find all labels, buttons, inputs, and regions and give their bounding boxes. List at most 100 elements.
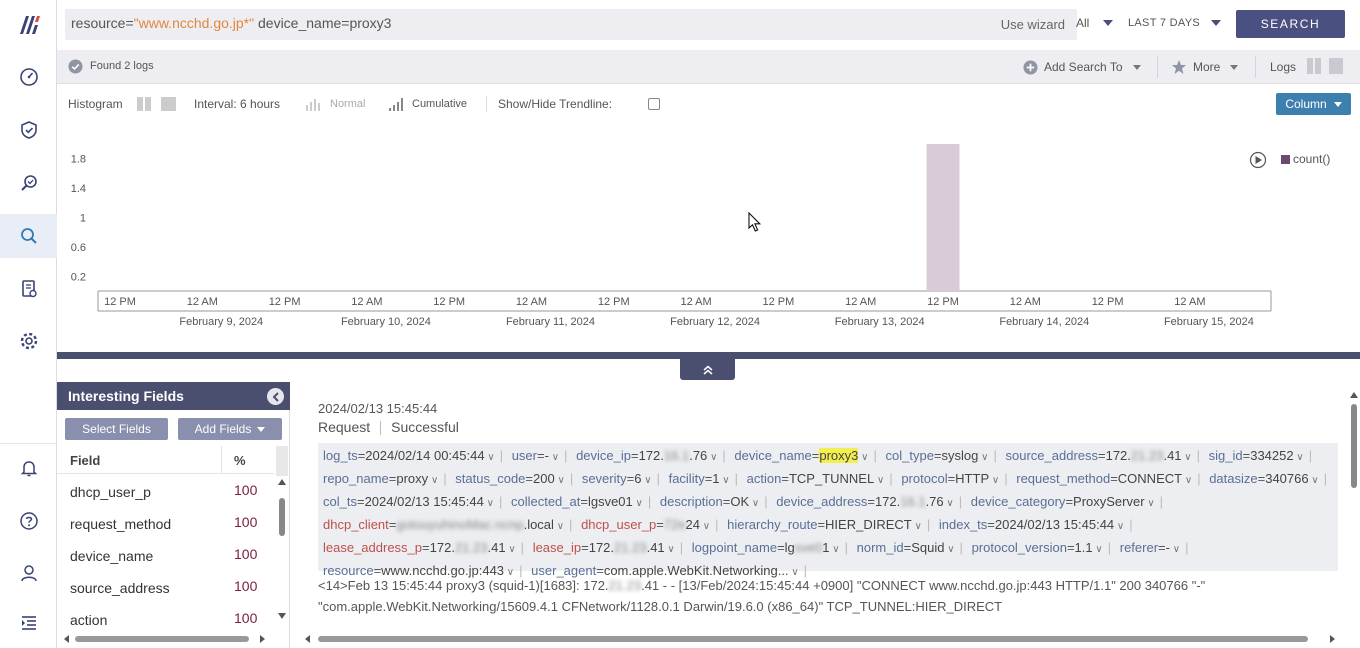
interval-select[interactable]: Interval: 6 hours — [194, 97, 280, 111]
log-field-value[interactable]: 200 — [533, 471, 555, 486]
log-field-key[interactable]: datasize — [1209, 471, 1257, 486]
add-search-to-dropdown[interactable]: Add Search To — [1023, 58, 1141, 76]
add-fields-button[interactable]: Add Fields — [178, 418, 282, 440]
chevron-down-icon[interactable]: ∨ — [830, 544, 839, 555]
log-field-pair[interactable]: status_code=200 ∨ — [455, 471, 565, 486]
investigate-icon[interactable] — [0, 161, 57, 205]
log-field-value[interactable]: proxy3 — [819, 448, 859, 463]
log-tag[interactable]: Request — [318, 419, 370, 435]
chevron-down-icon[interactable]: ∨ — [641, 475, 651, 486]
chevron-down-icon[interactable]: ∨ — [989, 475, 999, 486]
log-field-key[interactable]: lease_address_p — [323, 540, 422, 555]
chevron-down-icon[interactable]: ∨ — [1093, 544, 1102, 555]
cumulative-chart-icon[interactable] — [388, 97, 406, 116]
log-field-key[interactable]: hierarchy_route — [727, 517, 817, 532]
log-field-pair[interactable]: hierarchy_route=HIER_DIRECT ∨ — [727, 517, 922, 532]
chevron-down-icon[interactable]: ∨ — [912, 521, 922, 532]
log-field-pair[interactable]: col_type=syslog ∨ — [886, 448, 989, 463]
chevron-down-icon[interactable]: ∨ — [1294, 452, 1303, 463]
cumulative-mode-label[interactable]: Cumulative — [412, 98, 467, 110]
log-field-value[interactable]: 172. — [1106, 448, 1131, 463]
log-field-pair[interactable]: log_ts=2024/02/14 00:45:44 ∨ — [323, 448, 495, 463]
field-row[interactable]: source_address 100 — [57, 570, 274, 602]
log-field-pair[interactable]: repo_name=proxy ∨ — [323, 471, 438, 486]
log-field-pair[interactable]: device_ip=172.16.1.76 ∨ — [576, 448, 717, 463]
log-field-value[interactable]: CONNECT — [1118, 471, 1182, 486]
chevron-down-icon[interactable]: ∨ — [720, 475, 729, 486]
help-icon[interactable] — [0, 499, 57, 543]
percent-column-header[interactable]: % — [234, 453, 246, 468]
bar-chart-icon[interactable] — [305, 97, 323, 116]
log-field-pair[interactable]: description=OK ∨ — [660, 494, 759, 509]
chevron-down-icon[interactable]: ∨ — [1309, 475, 1318, 486]
log-field-pair[interactable]: index_ts=2024/02/13 15:45:44 ∨ — [939, 517, 1124, 532]
log-field-pair[interactable]: user=- ∨ — [512, 448, 559, 463]
field-row[interactable]: dhcp_user_p 100 — [57, 474, 274, 506]
log-field-pair[interactable]: logpoint_name=lgsve01 ∨ — [692, 540, 840, 555]
select-fields-button[interactable]: Select Fields — [65, 418, 168, 440]
logs-horizontal-scrollbar[interactable] — [300, 632, 1340, 644]
chevron-down-icon[interactable]: ∨ — [506, 544, 515, 555]
log-field-value[interactable]: 2024/02/13 15:45:44 — [365, 494, 484, 509]
split-view-icon[interactable] — [1307, 58, 1321, 74]
chevron-down-icon[interactable]: ∨ — [874, 475, 884, 486]
log-field-key[interactable]: action — [747, 471, 782, 486]
field-column-header[interactable]: Field — [70, 453, 100, 468]
log-field-key[interactable]: lease_ip — [533, 540, 581, 555]
normal-mode-label[interactable]: Normal — [330, 98, 365, 110]
log-field-value[interactable]: proxy — [396, 471, 428, 486]
field-name[interactable]: device_name — [70, 548, 153, 564]
log-field-pair[interactable]: lease_address_p=172.21.23.41 ∨ — [323, 540, 516, 555]
log-field-pair[interactable]: dhcp_user_p=72e24 ∨ — [581, 517, 710, 532]
log-tag[interactable]: Successful — [391, 419, 459, 435]
chevron-down-icon[interactable]: ∨ — [700, 521, 710, 532]
log-field-value[interactable]: ProxyServer — [1073, 494, 1145, 509]
chevron-down-icon[interactable] — [1211, 20, 1221, 26]
chevron-down-icon[interactable]: ∨ — [549, 452, 559, 463]
chevron-down-icon[interactable]: ∨ — [428, 475, 438, 486]
log-field-pair[interactable]: device_address=172.16.1.76 ∨ — [776, 494, 953, 509]
log-field-value[interactable]: 334252 — [1250, 448, 1293, 463]
log-field-value[interactable]: HTTP — [955, 471, 989, 486]
log-field-pair[interactable]: sig_id=334252 ∨ — [1209, 448, 1304, 463]
fields-vertical-scrollbar[interactable] — [276, 446, 288, 626]
fields-horizontal-scrollbar[interactable] — [57, 632, 274, 644]
log-field-pair[interactable]: dhcp_client=gotouyuhinoMac.ncnp.local ∨ — [323, 517, 564, 532]
log-field-pair[interactable]: device_category=ProxyServer ∨ — [971, 494, 1155, 509]
shield-check-icon[interactable] — [0, 108, 57, 152]
log-field-pair[interactable]: protocol=HTTP ∨ — [901, 471, 999, 486]
log-field-pair[interactable]: device_name=proxy3 ∨ — [734, 448, 868, 463]
query-input[interactable]: resource="www.ncchd.go.jp*" device_name=… — [65, 9, 1077, 40]
log-field-pair[interactable]: request_method=CONNECT ∨ — [1016, 471, 1192, 486]
log-field-key[interactable]: device_address — [776, 494, 867, 509]
collapse-chart-button[interactable] — [680, 359, 735, 380]
log-field-pair[interactable]: referer=- ∨ — [1120, 540, 1180, 555]
histogram-split-icon[interactable] — [137, 97, 151, 111]
chevron-down-icon[interactable]: ∨ — [633, 498, 643, 509]
log-field-value[interactable]: Squid — [911, 540, 944, 555]
user-icon[interactable] — [0, 551, 57, 595]
log-field-key[interactable]: norm_id — [857, 540, 904, 555]
log-field-value[interactable]: lg — [785, 540, 795, 555]
log-field-key[interactable]: device_ip — [576, 448, 631, 463]
chevron-down-icon[interactable]: ∨ — [1145, 498, 1154, 509]
log-field-value[interactable]: 1.1 — [1075, 540, 1093, 555]
chevron-down-icon[interactable]: ∨ — [554, 521, 564, 532]
field-name[interactable]: request_method — [70, 516, 171, 532]
log-field-value[interactable]: 340766 — [1265, 471, 1308, 486]
field-row[interactable]: action 100 — [57, 602, 274, 634]
log-field-value[interactable]: 2024/02/13 15:45:44 — [995, 517, 1114, 532]
chevron-down-icon[interactable]: ∨ — [944, 544, 954, 555]
log-field-pair[interactable]: datasize=340766 ∨ — [1209, 471, 1319, 486]
log-field-pair[interactable]: action=TCP_TUNNEL ∨ — [747, 471, 885, 486]
chevron-down-icon[interactable]: ∨ — [484, 498, 494, 509]
log-field-pair[interactable]: col_ts=2024/02/13 15:45:44 ∨ — [323, 494, 494, 509]
logs-vertical-scrollbar[interactable] — [1348, 390, 1360, 632]
log-field-value[interactable]: lgsve01 — [588, 494, 633, 509]
column-chart-dropdown[interactable]: Column — [1276, 93, 1351, 115]
log-field-key[interactable]: protocol_version — [972, 540, 1067, 555]
log-field-key[interactable]: source_address — [1006, 448, 1099, 463]
log-field-pair[interactable]: norm_id=Squid ∨ — [857, 540, 955, 555]
log-field-value[interactable]: 1 — [712, 471, 719, 486]
log-field-value[interactable]: 172. — [639, 448, 664, 463]
